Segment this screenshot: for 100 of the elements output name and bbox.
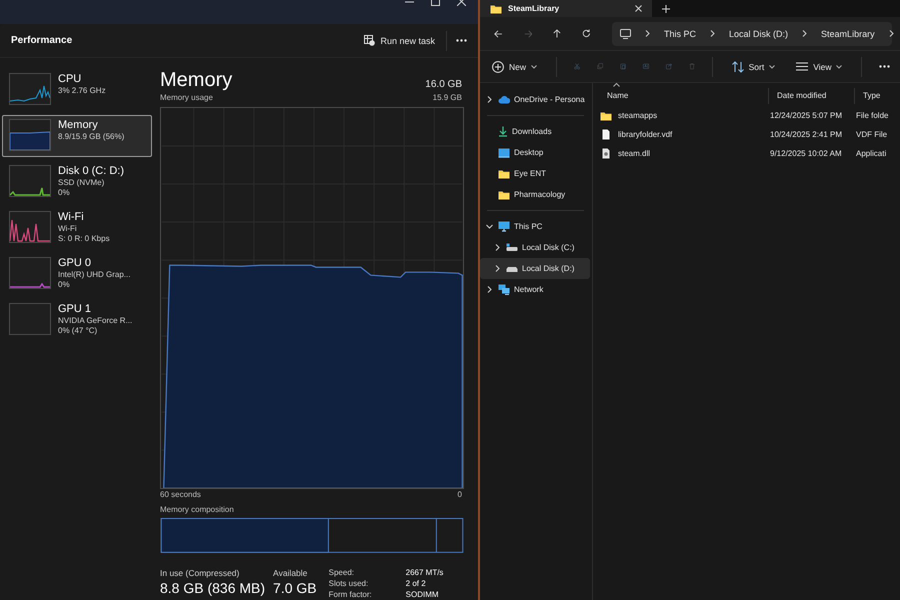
property-value: 2 of 2 <box>406 578 427 589</box>
nav-item[interactable]: Local Disk (D:) <box>480 258 590 279</box>
usage-thumbnail <box>9 119 51 151</box>
file-row[interactable]: steam.dll 9/12/2025 10:02 AM Applicati <box>599 144 900 163</box>
resource-item[interactable]: Disk 0 (C: D:) SSD (NVMe) 0% <box>2 161 152 203</box>
close-icon[interactable] <box>635 5 642 12</box>
nav-item[interactable]: Desktop <box>480 142 590 163</box>
resource-detail: Wi-Fi <box>58 224 78 234</box>
file-name: steam.dll <box>618 149 650 158</box>
chevron-right-icon <box>888 30 895 37</box>
desktop-icon <box>498 148 510 158</box>
graph-max-label: 15.9 GB <box>432 92 462 104</box>
property-value: 2667 MT/s <box>406 567 444 578</box>
usage-thumbnail <box>9 303 51 335</box>
folder-icon <box>600 110 612 120</box>
nav-label: Local Disk (D:) <box>522 264 574 273</box>
time-end-label: 0 <box>458 489 462 502</box>
stat-value: 8.8 GB (836 MB) <box>160 579 266 597</box>
caret-icon <box>836 64 842 68</box>
resource-item[interactable]: GPU 1 NVIDIA GeForce R... 0% (47 °C) <box>2 299 152 341</box>
run-new-task-button[interactable]: Run new task <box>361 32 438 49</box>
resource-detail: Intel(R) UHD Grap... <box>58 270 130 280</box>
monitor-icon <box>620 28 632 38</box>
up-arrow-icon[interactable] <box>553 28 562 39</box>
resource-item[interactable]: Memory 8.9/15.9 GB (56%) <box>2 115 152 157</box>
time-span-label: 60 seconds <box>160 489 201 502</box>
property-value: SODIMM <box>406 589 440 600</box>
date-modified: 10/24/2025 2:41 PM <box>769 130 844 139</box>
column-header[interactable]: Type <box>855 88 900 104</box>
breadcrumb-item[interactable]: SteamLibrary <box>821 28 875 38</box>
breadcrumb-item[interactable]: Local Disk (D:) <box>729 28 788 38</box>
column-header[interactable]: Name <box>599 88 769 104</box>
view-button[interactable]: View <box>794 60 844 74</box>
caret-icon <box>769 64 776 68</box>
file-row[interactable]: libraryfolder.vdf 10/24/2025 2:41 PM VDF File <box>599 125 900 144</box>
resource-detail: 8.9/15.9 GB (56%) <box>58 132 124 142</box>
new-tab-icon[interactable] <box>662 4 670 12</box>
network-icon <box>498 284 510 295</box>
more-options-icon <box>879 65 890 68</box>
close-icon <box>457 0 466 6</box>
back-arrow-icon[interactable] <box>494 28 503 38</box>
chevron-right-icon <box>486 96 492 103</box>
drive-icon <box>506 243 518 252</box>
plus-circle-icon <box>492 60 504 72</box>
resource-item[interactable]: Wi-Fi Wi-Fi S: 0 R: 0 Kbps <box>2 207 152 249</box>
resource-name: GPU 1 <box>58 303 92 316</box>
nav-item[interactable]: This PC <box>480 216 590 237</box>
monitor-icon <box>498 221 510 232</box>
file-name: steamapps <box>618 111 658 120</box>
resource-name: GPU 0 <box>58 257 92 270</box>
tab-label: SteamLibrary <box>508 4 560 13</box>
address-bar[interactable]: This PC Local Disk (D:) SteamLibrary <box>612 22 892 46</box>
resource-name: Wi-Fi <box>58 211 85 224</box>
chevron-right-icon <box>494 244 500 251</box>
nav-item[interactable]: Eye ENT <box>480 163 590 184</box>
chevron-down-icon <box>486 223 492 230</box>
resource-detail: 0% <box>58 188 71 198</box>
breadcrumb-item[interactable]: This PC <box>664 28 696 38</box>
nav-item[interactable]: Downloads <box>480 121 590 142</box>
nav-label: OneDrive - Persona <box>514 95 585 104</box>
file-name: libraryfolder.vdf <box>618 130 672 139</box>
caret-icon <box>531 64 538 68</box>
column-header[interactable]: Date modified <box>769 88 855 104</box>
resource-detail: 0% <box>58 280 71 290</box>
graph-label: Memory usage <box>160 92 213 104</box>
sort-button[interactable]: Sort <box>730 58 778 74</box>
folder-tab[interactable]: SteamLibrary <box>480 0 652 17</box>
nav-item[interactable]: Pharmacology <box>480 184 590 205</box>
document-icon <box>600 129 612 140</box>
date-modified: 9/12/2025 10:02 AM <box>769 149 843 158</box>
nav-label: This PC <box>514 222 542 231</box>
list-lines-icon <box>796 62 808 71</box>
resource-name: Disk 0 (C: D:) <box>58 165 124 178</box>
nav-label: Eye ENT <box>514 169 546 178</box>
usage-thumbnail <box>9 73 51 105</box>
resource-detail: NVIDIA GeForce R... <box>58 316 132 326</box>
new-button[interactable]: New <box>490 58 540 74</box>
composition-label: Memory composition <box>160 504 235 516</box>
resource-item[interactable]: GPU 0 Intel(R) UHD Grap... 0% <box>2 253 152 295</box>
property-label: Form factor: <box>328 589 373 600</box>
property-label: Slots used: <box>328 578 370 589</box>
refresh-icon[interactable] <box>582 28 592 39</box>
date-modified: 12/24/2025 5:07 PM <box>769 111 844 120</box>
resource-detail: 3% 2.76 GHz <box>58 86 106 96</box>
file-type: File folde <box>855 111 890 120</box>
stat-value: 7.0 GB <box>273 579 317 597</box>
folder-icon <box>490 4 502 14</box>
run-task-icon <box>364 35 376 46</box>
nav-item[interactable]: Network <box>480 279 590 300</box>
resource-name: CPU <box>58 73 82 86</box>
file-type: Applicati <box>855 149 888 158</box>
file-row[interactable]: steamapps 12/24/2025 5:07 PM File folde <box>599 106 900 125</box>
nav-label: Downloads <box>512 127 552 136</box>
chevron-right-icon <box>486 286 492 293</box>
nav-item[interactable]: OneDrive - Persona <box>480 89 590 110</box>
nav-item[interactable]: Local Disk (C:) <box>480 237 590 258</box>
stat-label: In use (Compressed) <box>160 567 240 579</box>
resource-name: Memory <box>58 119 99 132</box>
resource-item[interactable]: CPU 3% 2.76 GHz <box>2 69 152 111</box>
sort-arrows-icon <box>732 60 744 72</box>
